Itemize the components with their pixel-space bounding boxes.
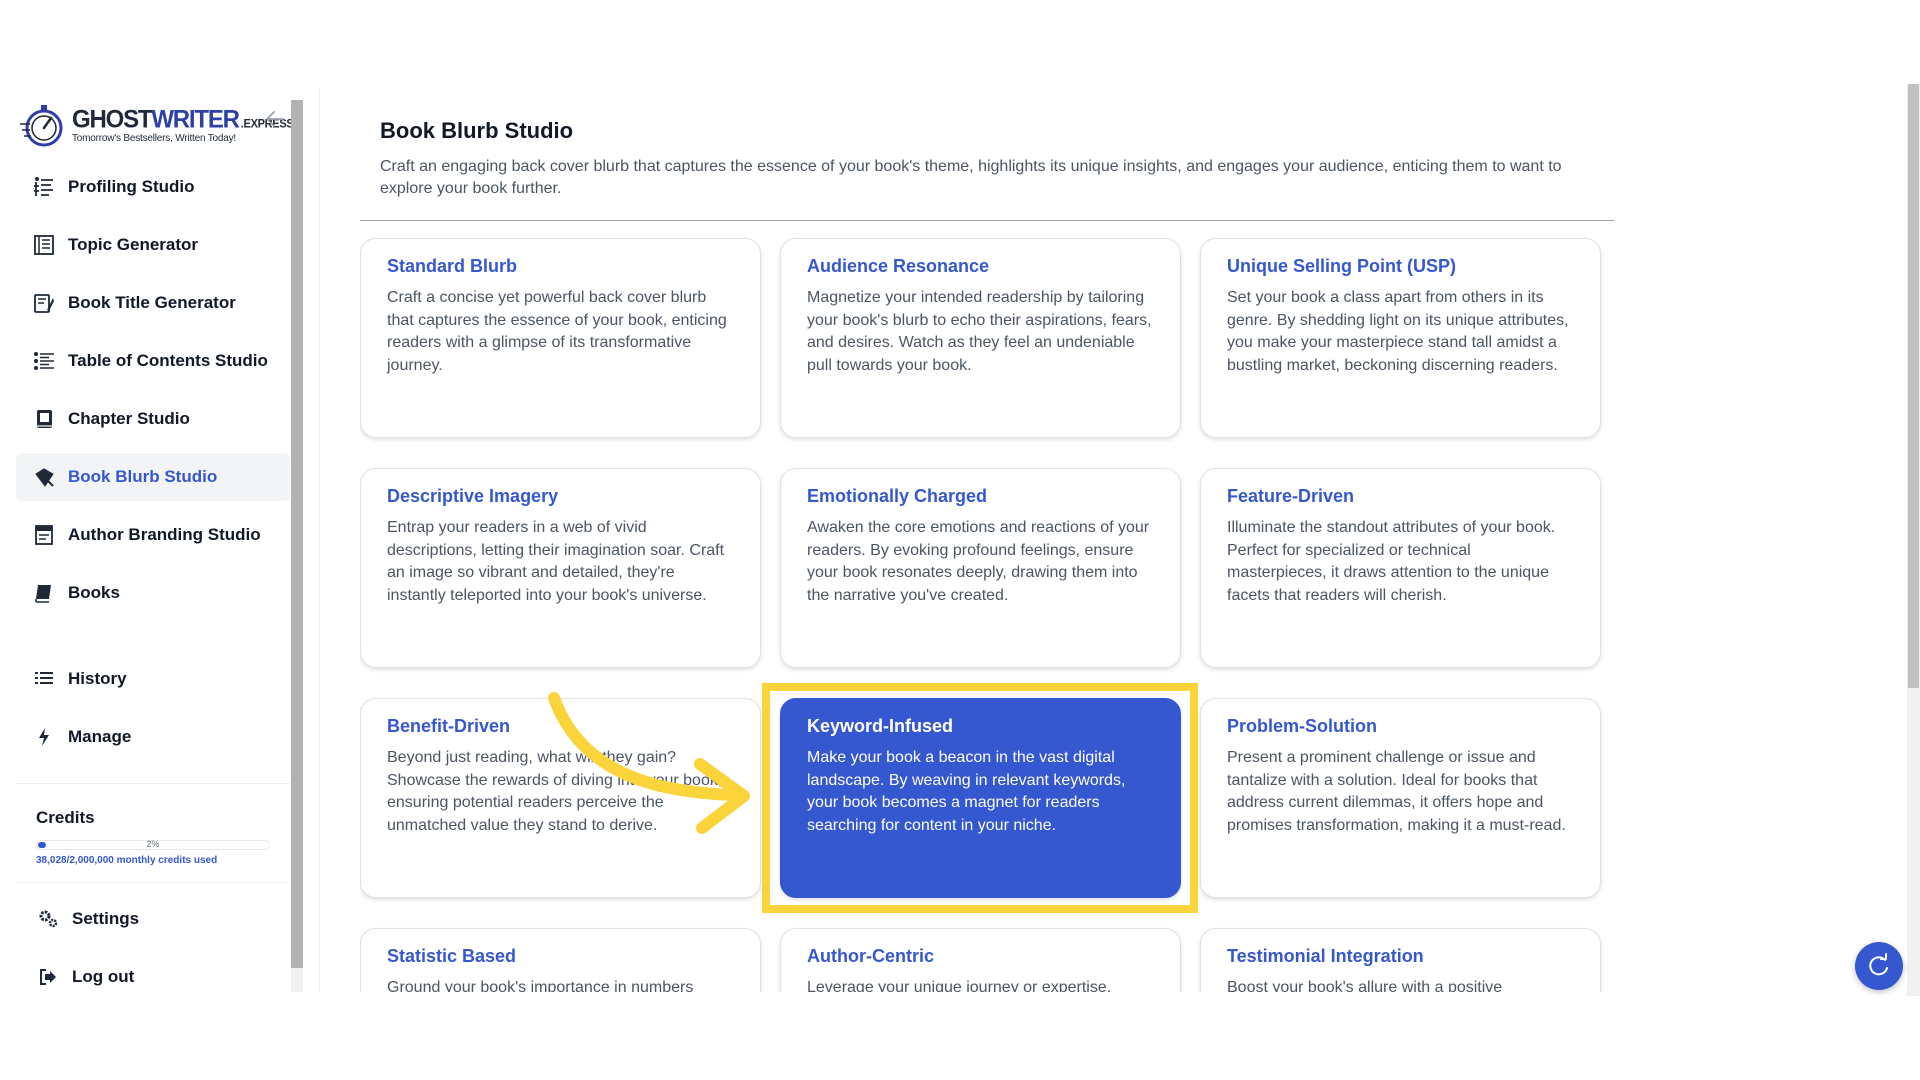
card-title: Statistic Based: [387, 946, 517, 966]
sidebar-item-label: Books: [68, 583, 120, 602]
card-title: Standard Blurb: [387, 256, 518, 276]
sidebar-item-settings[interactable]: Settings: [16, 895, 290, 943]
blurb-option-card[interactable]: Problem-Solution Present a prominent cha…: [1200, 698, 1601, 898]
card-title: Emotionally Charged: [807, 486, 988, 506]
page-scrollbar-thumb[interactable]: [1908, 84, 1919, 688]
card-title: Unique Selling Point (USP): [1227, 256, 1456, 276]
credits-percent: 2%: [146, 839, 160, 849]
card-title: Testimonial Integration: [1227, 946, 1424, 966]
card-description: Ground your book's importance in numbers: [387, 979, 694, 992]
sidebar-nav: Profiling Studio Topic Generator Book Ti…: [16, 163, 290, 771]
sidebar-item-author-branding-studio[interactable]: Author Branding Studio: [16, 511, 290, 559]
history-icon: [32, 667, 56, 691]
sidebar-bottom-nav: Settings Log out: [16, 895, 290, 1011]
sidebar-item-label: Log out: [72, 967, 135, 986]
arrow-left-icon: [266, 111, 284, 127]
settings-icon: [36, 907, 60, 931]
card-title: Problem-Solution: [1227, 716, 1377, 736]
credits-title: Credits: [36, 808, 95, 827]
lightning-icon: [32, 725, 56, 749]
card-description: Craft a concise yet powerful back cover …: [387, 289, 727, 374]
brand-name: GHOST WRITER .EXPRESS: [72, 105, 294, 134]
blurb-option-card[interactable]: Statistic Based Ground your book's impor…: [360, 928, 761, 992]
sidebar-item-label: Manage: [68, 727, 132, 746]
books-icon: [32, 581, 56, 605]
card-description: Make your book a beacon in the vast digi…: [807, 749, 1126, 834]
blurb-option-card[interactable]: Testimonial Integration Boost your book'…: [1200, 928, 1601, 992]
page-scrollbar[interactable]: [1907, 84, 1920, 996]
refresh-icon: [1869, 953, 1888, 976]
card-description: Boost your book's allure with a positive: [1227, 979, 1503, 992]
book-title-icon: [32, 291, 56, 315]
logout-icon: [36, 965, 60, 989]
blurb-option-card[interactable]: Descriptive Imagery Entrap your readers …: [360, 468, 761, 668]
brand-logo[interactable]: GHOST WRITER .EXPRESS Tomorrow's Bestselle…: [18, 102, 294, 150]
card-title: Keyword-Infused: [807, 716, 954, 736]
card-description: Entrap your readers in a web of vivid de…: [387, 519, 725, 604]
sidebar-item-label: Book Title Generator: [68, 293, 236, 312]
blurb-option-card[interactable]: Author-Centric Leverage your unique jour…: [780, 928, 1181, 992]
toc-icon: [32, 349, 56, 373]
sidebar-scrollbar[interactable]: [291, 100, 303, 992]
author-branding-icon: [32, 523, 56, 547]
blurb-option-card[interactable]: Standard Blurb Craft a concise yet power…: [360, 238, 761, 438]
credits-panel: Credits 2% 38,028/2,000,000 monthly cred…: [16, 783, 290, 883]
sidebar-item-label: Settings: [72, 909, 140, 928]
card-description: Illuminate the standout attributes of yo…: [1227, 519, 1556, 604]
credits-used-text: 38,028/2,000,000 monthly credits used: [36, 855, 218, 866]
sidebar-item-profiling-studio[interactable]: Profiling Studio: [16, 163, 290, 211]
sidebar-item-book-title-generator[interactable]: Book Title Generator: [16, 279, 290, 327]
sidebar-item-table-of-contents-studio[interactable]: Table of Contents Studio: [16, 337, 290, 385]
sidebar-scrollbar-thumb[interactable]: [291, 100, 303, 968]
sidebar-item-label: Topic Generator: [68, 235, 199, 254]
sidebar-item-label: Profiling Studio: [68, 177, 195, 196]
card-description: Awaken the core emotions and reactions o…: [807, 519, 1150, 604]
card-title: Author-Centric: [807, 946, 934, 966]
sidebar-item-log-out[interactable]: Log out: [16, 953, 290, 1001]
sidebar-item-label: Book Blurb Studio: [68, 467, 218, 486]
page-title: Book Blurb Studio: [380, 118, 574, 143]
sidebar-item-manage[interactable]: Manage: [16, 713, 290, 761]
stopwatch-logo-icon: [20, 105, 63, 147]
chapter-icon: [32, 407, 56, 431]
sidebar: GHOST WRITER .EXPRESS Tomorrow's Bestselle…: [0, 88, 320, 992]
card-title: Descriptive Imagery: [387, 486, 559, 506]
sidebar-item-label: Chapter Studio: [68, 409, 190, 428]
sidebar-item-history[interactable]: History: [16, 655, 290, 703]
arrow-annotation-icon: [548, 692, 750, 834]
blurb-option-card-selected[interactable]: Keyword-Infused Make your book a beacon …: [780, 698, 1181, 898]
card-description: Leverage your unique journey or expertis…: [807, 979, 1112, 992]
sidebar-item-book-blurb-studio[interactable]: Book Blurb Studio: [16, 453, 290, 501]
divider: [360, 220, 1614, 221]
blurb-option-card[interactable]: Feature-Driven Illuminate the standout a…: [1200, 468, 1601, 668]
blurb-option-card[interactable]: Unique Selling Point (USP) Set your book…: [1200, 238, 1601, 438]
blurb-option-card[interactable]: Emotionally Charged Awaken the core emot…: [780, 468, 1181, 668]
card-description: Set your book a class apart from others …: [1227, 289, 1569, 374]
sidebar-item-chapter-studio[interactable]: Chapter Studio: [16, 395, 290, 443]
card-title: Feature-Driven: [1227, 486, 1355, 506]
sidebar-item-label: Author Branding Studio: [68, 525, 261, 544]
card-description: Magnetize your intended readership by ta…: [807, 289, 1152, 374]
sidebar-item-label: History: [68, 669, 127, 688]
sidebar-item-label: Table of Contents Studio: [68, 351, 268, 370]
brand-tagline: Tomorrow's Bestsellers, Written Today!: [72, 133, 236, 144]
topic-icon: [32, 233, 56, 257]
refresh-fab-button[interactable]: [1855, 942, 1903, 990]
card-title: Audience Resonance: [807, 256, 990, 276]
blurb-option-card[interactable]: Audience Resonance Magnetize your intend…: [780, 238, 1181, 438]
collapse-sidebar-button[interactable]: [262, 106, 288, 132]
page-description: Craft an engaging back cover blurb that …: [380, 158, 1562, 197]
sidebar-item-topic-generator[interactable]: Topic Generator: [16, 221, 290, 269]
card-description: Present a prominent challenge or issue a…: [1227, 749, 1566, 834]
main-content: Book Blurb Studio Craft an engaging back…: [360, 88, 1615, 992]
profiling-icon: [32, 175, 56, 199]
credits-progress-bar: 2%: [36, 839, 270, 850]
blurb-icon: [32, 465, 56, 489]
sidebar-item-books[interactable]: Books: [16, 569, 290, 617]
